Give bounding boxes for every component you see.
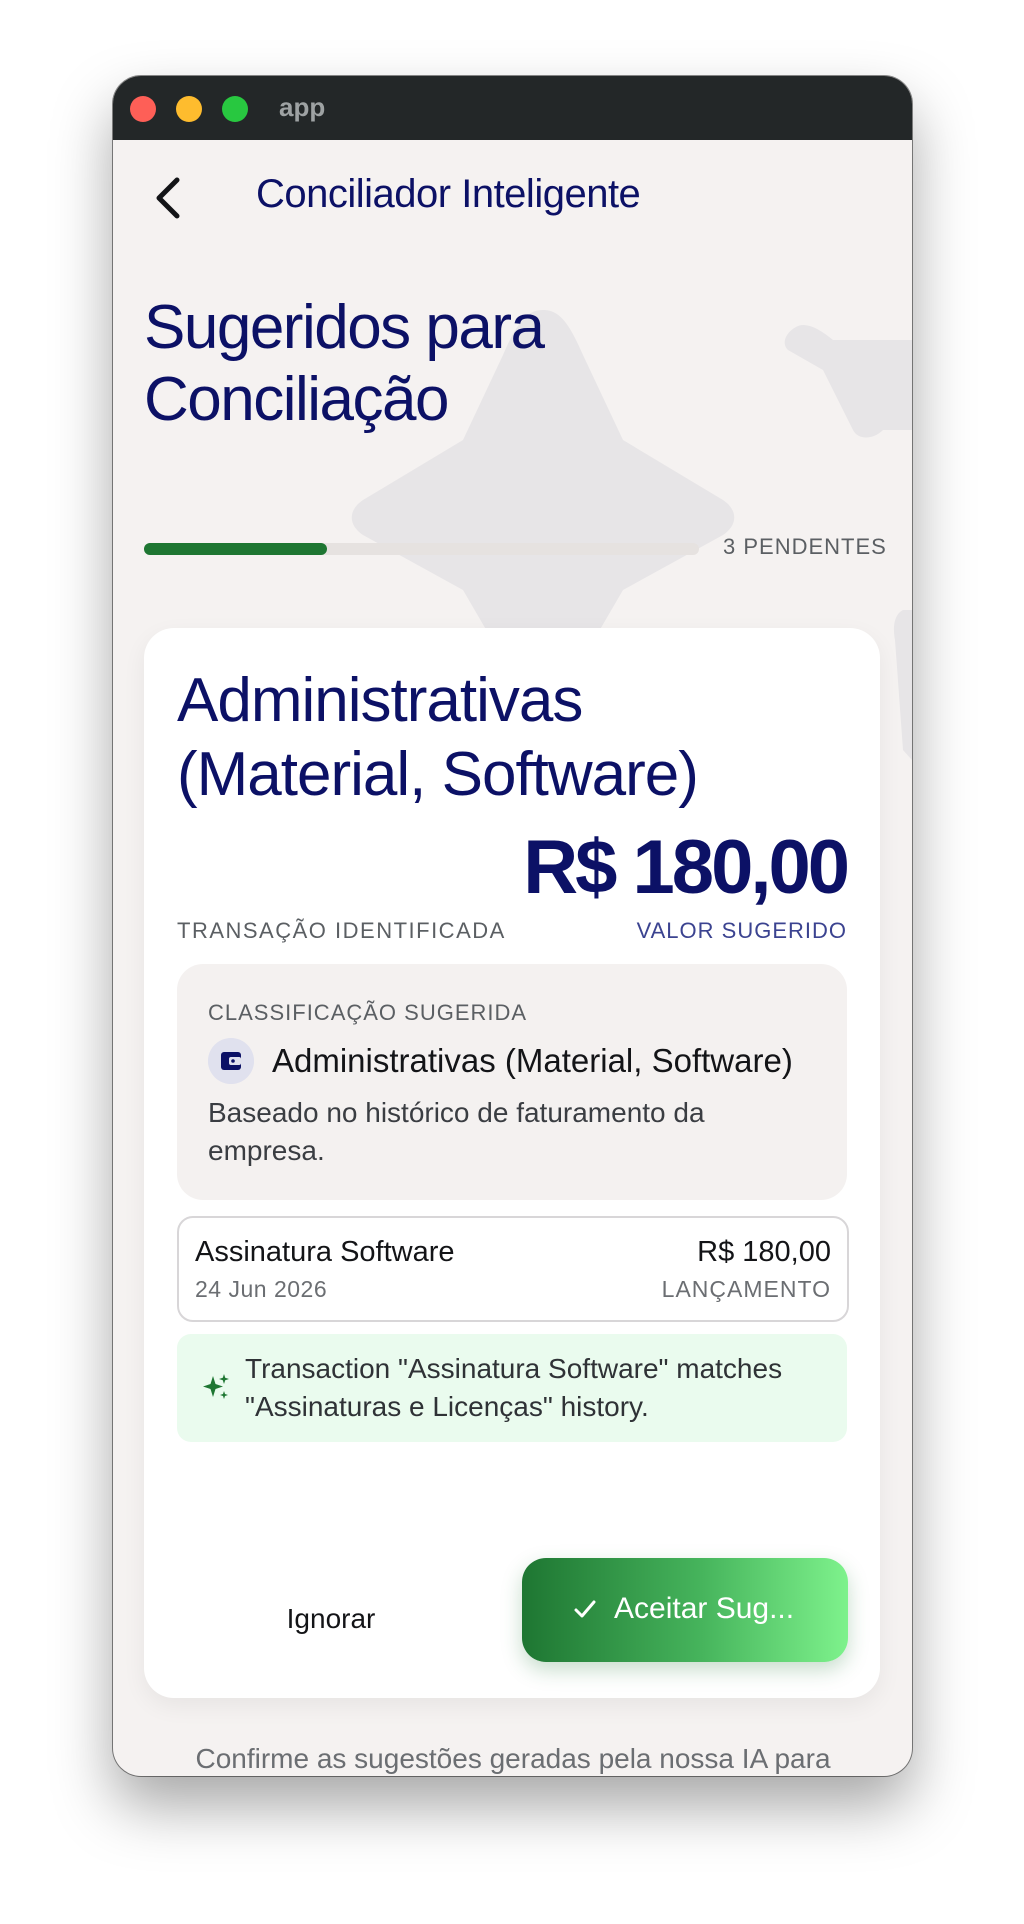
check-icon xyxy=(574,1600,596,1618)
section-title: Sugeridos para Conciliação xyxy=(144,293,545,434)
ai-insight-text: Transaction "Assinatura Software" matche… xyxy=(245,1353,783,1422)
transaction-name: Assinatura Software xyxy=(195,1236,455,1268)
value-label: VALOR SUGERIDO xyxy=(636,918,847,943)
pending-count: 3 PENDENTES xyxy=(723,534,887,559)
header-title: Conciliador Inteligente xyxy=(256,172,641,216)
sparkle-icon xyxy=(203,1374,229,1399)
classification-box: CLASSIFICAÇÃO SUGERIDA Administrativas (… xyxy=(177,964,847,1200)
ignore-button[interactable]: Ignorar xyxy=(236,1594,426,1644)
window-title: app xyxy=(279,92,326,122)
transaction-date: 24 Jun 2026 xyxy=(195,1276,328,1302)
minimize-window-button[interactable] xyxy=(176,96,202,122)
footer-note: Confirme as sugestões geradas pela nossa… xyxy=(195,1743,831,1774)
close-window-button[interactable] xyxy=(130,96,156,122)
ai-insight-box: Transaction "Assinatura Software" matche… xyxy=(177,1334,847,1442)
classification-name: Administrativas (Material, Software) xyxy=(272,1042,793,1079)
wallet-icon xyxy=(208,1038,254,1084)
transaction-kind: LANÇAMENTO xyxy=(661,1276,831,1302)
accept-suggestion-label: Aceitar Sug... xyxy=(614,1592,795,1625)
card-title: Administrativas (Material, Software) xyxy=(177,666,699,809)
progress-bar xyxy=(144,543,699,555)
maximize-window-button[interactable] xyxy=(222,96,248,122)
progress-fill xyxy=(144,543,328,555)
screen-content: Conciliador Inteligente Sugeridos para C… xyxy=(113,140,912,1776)
title-bar: app xyxy=(113,76,912,140)
suggestion-card: Administrativas (Material, Software) R$ … xyxy=(144,628,880,1698)
transaction-value: R$ 180,00 xyxy=(697,1236,831,1268)
app-window: app Conciliador Inteligente Sugeridos pa… xyxy=(113,76,912,1776)
classification-note: Baseado no histórico de faturamento da e… xyxy=(208,1097,705,1166)
transaction-label: TRANSAÇÃO IDENTIFICADA xyxy=(177,918,506,943)
back-icon[interactable] xyxy=(149,174,189,222)
suggested-amount: R$ 180,00 xyxy=(523,825,850,910)
transaction-row[interactable]: Assinatura Software 24 Jun 2026 R$ 180,0… xyxy=(177,1216,849,1322)
classification-heading: CLASSIFICAÇÃO SUGERIDA xyxy=(208,1000,528,1025)
accept-suggestion-button[interactable]: Aceitar Sug... xyxy=(522,1558,848,1662)
